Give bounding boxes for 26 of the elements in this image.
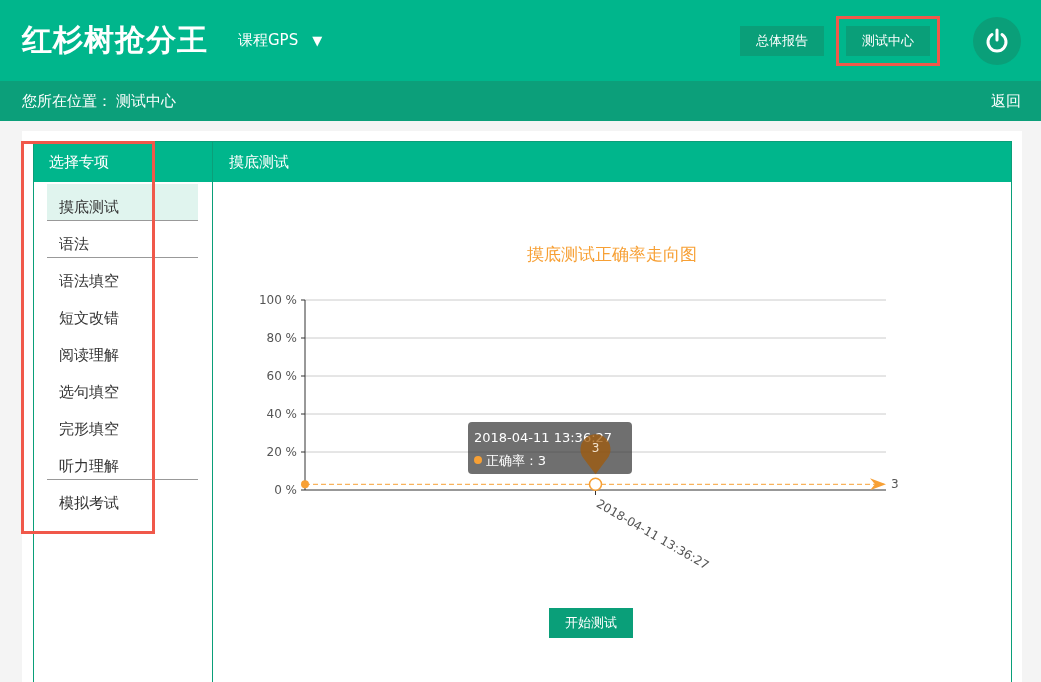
sidebar-title: 选择专项 xyxy=(34,142,212,182)
sidebar-item[interactable]: 选句填空 xyxy=(47,369,198,406)
axis-label: 0 % xyxy=(274,483,297,497)
arrowhead-icon xyxy=(870,478,886,491)
section-title: 摸底测试 xyxy=(213,142,1011,182)
sidebar-item[interactable]: 摸底测试 xyxy=(47,184,198,221)
power-icon[interactable] xyxy=(973,16,1021,65)
sidebar-item[interactable]: 模拟考试 xyxy=(47,480,198,517)
line-value: 3 xyxy=(891,477,899,492)
sidebar-item[interactable]: 语法 xyxy=(47,221,198,258)
axis-label: 40 % xyxy=(266,407,297,421)
axis-label: 20 % xyxy=(266,445,297,459)
chart-title: 摸底测试正确率走向图 xyxy=(527,244,697,264)
data-point[interactable] xyxy=(588,477,603,492)
sidebar-item[interactable]: 短文改错 xyxy=(47,295,198,332)
axis-label: 60 % xyxy=(266,369,297,383)
sidebar-item[interactable]: 阅读理解 xyxy=(47,332,198,369)
app-logo: 红杉树抢分王 xyxy=(22,21,208,59)
breadcrumb-label: 您所在位置： xyxy=(22,91,112,111)
axis-label: 80 % xyxy=(266,331,297,345)
sidebar-item[interactable]: 语法填空 xyxy=(47,258,198,295)
axis-label: 100 % xyxy=(258,293,297,307)
sidebar-item[interactable]: 完形填空 xyxy=(47,406,198,443)
sidebar-item[interactable]: 听力理解 xyxy=(47,443,198,480)
breadcrumb-current: 测试中心 xyxy=(116,91,176,111)
tooltip-value: 正确率 : 3 xyxy=(486,453,546,468)
